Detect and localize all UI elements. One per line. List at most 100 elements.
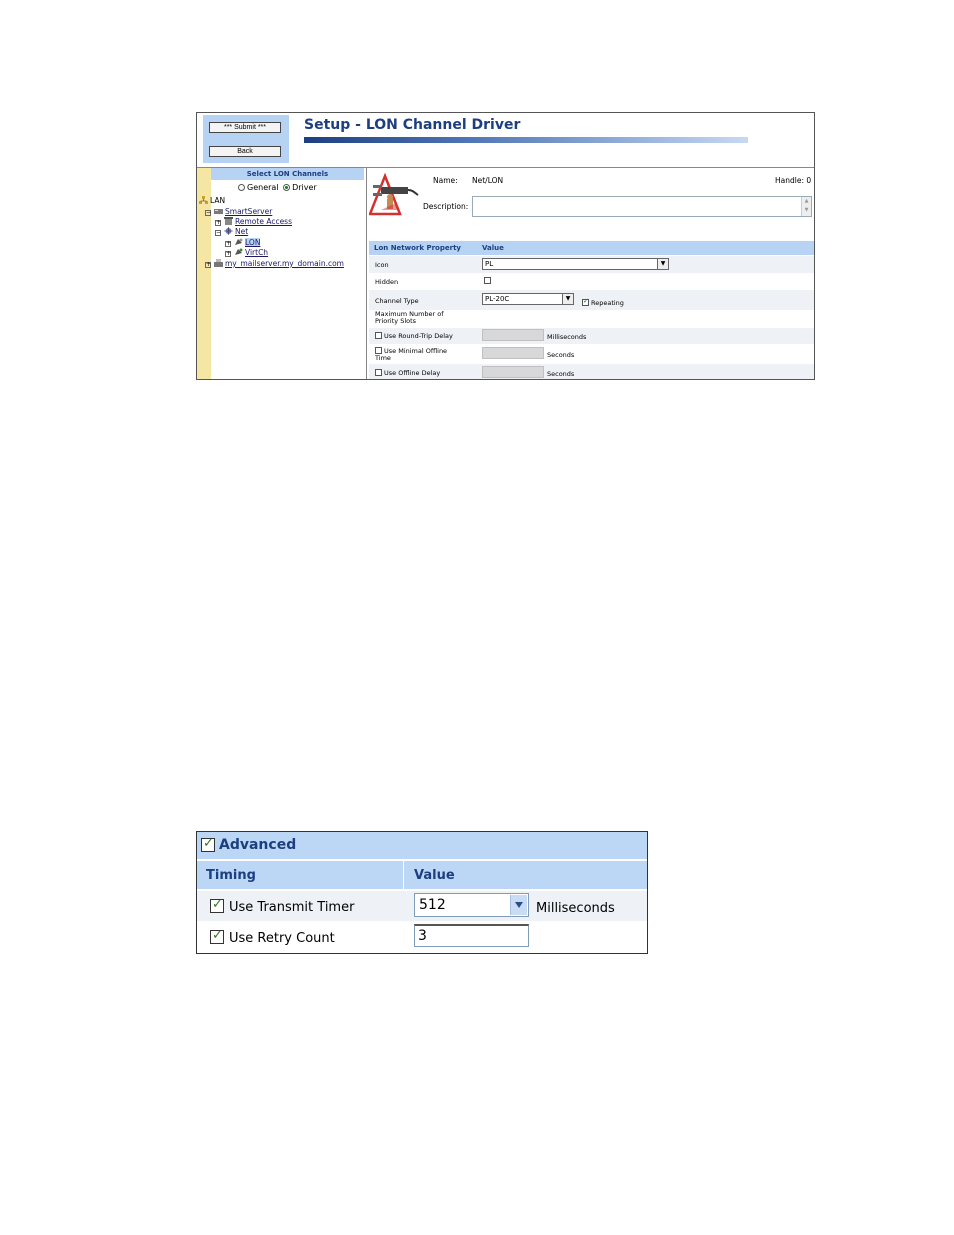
chevron-down-icon[interactable]: ▼ xyxy=(562,294,573,304)
min-offline-label: Use Minimal Offline Time xyxy=(375,347,448,362)
property-row-offline-delay: Use Offline Delay Seconds xyxy=(369,364,814,379)
channel-type-row-label: Channel Type xyxy=(375,297,419,305)
name-value: Net/LON xyxy=(472,176,504,185)
min-offline-unit: Seconds xyxy=(547,351,575,359)
page-title: Setup - LON Channel Driver xyxy=(304,117,521,133)
transmit-timer-unit: Milliseconds xyxy=(536,901,615,916)
hidden-checkbox[interactable] xyxy=(484,277,491,284)
description-scrollbar[interactable]: ▲ ▼ xyxy=(801,197,811,216)
min-offline-option: Use Minimal Offline Time xyxy=(375,347,465,362)
tree-label-smartserver: SmartServer xyxy=(225,207,273,216)
chevron-down-icon[interactable]: ▼ xyxy=(657,259,668,269)
network-icon xyxy=(199,196,208,204)
property-row-channel-type: Channel Type PL-20C ▼ Repeating xyxy=(369,290,814,310)
retry-count-input[interactable]: 3 xyxy=(414,924,529,947)
tree-node-smartserver[interactable]: − SmartServer xyxy=(205,207,272,217)
expand-icon[interactable]: + xyxy=(215,220,221,226)
net-icon xyxy=(224,227,233,235)
tree-label-net: Net xyxy=(235,227,249,236)
header-column-divider xyxy=(403,861,404,889)
expand-icon[interactable]: + xyxy=(225,251,231,257)
lon-icon xyxy=(235,238,243,245)
name-label: Name: xyxy=(433,176,458,185)
radio-driver[interactable] xyxy=(283,184,291,191)
property-grid-header: Lon Network Property Value xyxy=(369,241,814,255)
tree-node-lan[interactable]: LAN xyxy=(199,196,225,206)
tree-label-mailserver: my_mailserver.my_domain.com xyxy=(225,259,344,268)
min-offline-input[interactable] xyxy=(482,347,544,359)
advanced-title: Advanced xyxy=(219,837,297,853)
advanced-header: Advanced xyxy=(197,832,647,859)
collapse-icon[interactable]: − xyxy=(215,230,221,236)
description-textarea[interactable]: ▲ ▼ xyxy=(472,196,812,217)
radio-general-label: General xyxy=(247,183,279,192)
offline-delay-checkbox[interactable] xyxy=(375,369,382,376)
mail-icon xyxy=(214,259,223,267)
transmit-timer-label: Use Transmit Timer xyxy=(229,900,355,915)
property-row-icon: Icon PL ▼ xyxy=(369,256,814,273)
icon-select[interactable]: PL ▼ xyxy=(482,258,669,270)
icon-row-label: Icon xyxy=(375,261,389,269)
tree-header: Select LON Channels xyxy=(211,168,364,180)
expand-icon[interactable]: + xyxy=(205,262,211,268)
channel-type-select[interactable]: PL-20C ▼ xyxy=(482,293,574,305)
action-button-panel: *** Submit *** Back xyxy=(203,115,289,163)
handle-label: Handle: 0 xyxy=(775,176,812,185)
property-row-max-priority: Maximum Number of Priority Slots xyxy=(369,310,814,328)
property-row-hidden: Hidden xyxy=(369,273,814,290)
transmit-timer-select[interactable]: 512 xyxy=(414,893,529,917)
description-label: Description: xyxy=(423,202,469,211)
repeating-label: Repeating xyxy=(591,299,624,307)
tree-node-net[interactable]: − Net xyxy=(215,227,248,237)
round-trip-label: Use Round-Trip Delay xyxy=(384,332,453,340)
submit-button[interactable]: *** Submit *** xyxy=(209,122,281,133)
expand-icon[interactable]: + xyxy=(225,241,231,247)
tree-label-remote-access: Remote Access xyxy=(235,217,292,226)
round-trip-option: Use Round-Trip Delay xyxy=(375,332,453,340)
chevron-down-icon[interactable] xyxy=(510,895,527,915)
virtch-icon xyxy=(235,248,243,255)
retry-count-label: Use Retry Count xyxy=(229,931,335,946)
icon-select-value: PL xyxy=(485,260,494,268)
column-property: Lon Network Property xyxy=(374,244,461,252)
timing-grid-header: Timing Value xyxy=(197,861,647,889)
back-button[interactable]: Back xyxy=(209,146,281,157)
tree-mode-radio-group: General Driver xyxy=(238,183,317,192)
tree-label-lan: LAN xyxy=(210,196,226,205)
description-value xyxy=(473,204,477,216)
phone-icon xyxy=(224,217,233,225)
lon-channel-driver-panel: *** Submit *** Back Setup - LON Channel … xyxy=(196,112,815,380)
advanced-timing-panel: Advanced Timing Value Use Transmit Timer… xyxy=(196,831,648,954)
collapse-icon[interactable]: − xyxy=(205,210,211,216)
radio-driver-label: Driver xyxy=(292,183,317,192)
transmit-timer-value: 512 xyxy=(419,897,446,913)
tree-label-virtch: VirtCh xyxy=(245,248,269,257)
offline-delay-unit: Seconds xyxy=(547,370,575,378)
retry-count-checkbox[interactable] xyxy=(210,928,224,944)
panel-divider xyxy=(366,168,367,379)
hidden-row-label: Hidden xyxy=(375,278,399,286)
min-offline-checkbox[interactable] xyxy=(375,347,382,354)
warning-plug-icon xyxy=(369,173,419,216)
title-underline xyxy=(304,137,748,143)
offline-delay-input[interactable] xyxy=(482,366,544,378)
repeating-checkbox[interactable] xyxy=(582,297,589,306)
radio-general[interactable] xyxy=(238,184,245,191)
tree-node-lon[interactable]: + LON xyxy=(225,238,261,248)
column-value: Value xyxy=(482,244,504,252)
round-trip-input[interactable] xyxy=(482,329,544,341)
tree-label-lon: LON xyxy=(245,238,261,247)
column-value: Value xyxy=(414,868,455,883)
repeating-option: Repeating xyxy=(582,297,624,307)
tree-node-virtch[interactable]: + VirtCh xyxy=(225,248,268,258)
tree-node-remote-access[interactable]: + Remote Access xyxy=(215,217,292,227)
offline-delay-label: Use Offline Delay xyxy=(384,369,441,377)
tree-node-mailserver[interactable]: + my_mailserver.my_domain.com xyxy=(205,259,344,269)
advanced-checkbox[interactable] xyxy=(201,836,215,852)
property-row-round-trip: Use Round-Trip Delay Milliseconds xyxy=(369,328,814,344)
property-row-min-offline: Use Minimal Offline Time Seconds xyxy=(369,344,814,364)
transmit-timer-checkbox[interactable] xyxy=(210,897,224,913)
round-trip-checkbox[interactable] xyxy=(375,332,382,339)
max-priority-row-label: Maximum Number of Priority Slots xyxy=(375,310,444,325)
column-timing: Timing xyxy=(206,868,256,883)
